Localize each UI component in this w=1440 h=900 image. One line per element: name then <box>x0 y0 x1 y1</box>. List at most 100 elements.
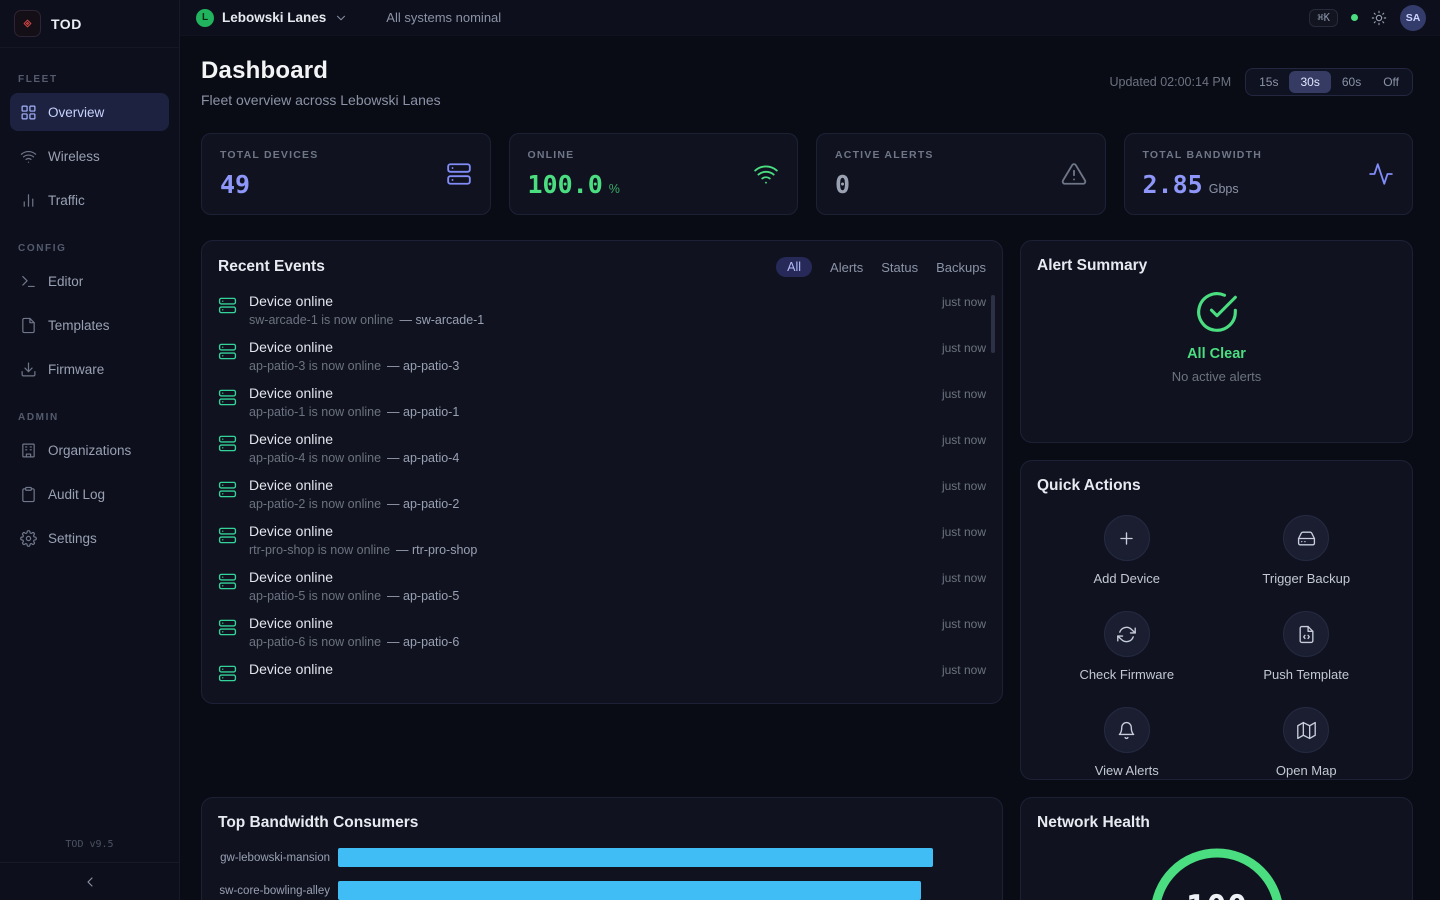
event-detail: ap-patio-2 is now online <box>249 497 381 511</box>
bandwidth-bar-label: sw-core-bowling-alley <box>218 885 330 897</box>
quick-action-trigger-backup[interactable]: Trigger Backup <box>1217 515 1397 586</box>
stat-card-total-bandwidth: TOTAL BANDWIDTH 2.85 Gbps <box>1124 133 1414 215</box>
events-scrollbar[interactable] <box>991 295 995 353</box>
sidebar-item-overview[interactable]: Overview <box>10 93 169 131</box>
network-health-card: Network Health 100 <box>1020 797 1413 900</box>
event-time: just now <box>942 479 986 493</box>
tab-status[interactable]: Status <box>881 260 918 275</box>
bandwidth-bar-row: sw-core-bowling-alley <box>218 881 986 900</box>
chevron-down-icon <box>334 11 348 25</box>
clipboard-icon <box>20 486 37 503</box>
tab-backups[interactable]: Backups <box>936 260 986 275</box>
quick-action-check-firmware[interactable]: Check Firmware <box>1037 611 1217 682</box>
sidebar-item-editor[interactable]: Editor <box>10 262 169 300</box>
sidebar-item-templates[interactable]: Templates <box>10 306 169 344</box>
sidebar-collapse-button[interactable] <box>0 862 179 900</box>
sidebar-item-organizations[interactable]: Organizations <box>10 431 169 469</box>
org-switcher[interactable]: L Lebowski Lanes <box>196 9 348 27</box>
app-root: TOD FLEET Overview Wireless Traffic CONF… <box>0 0 1440 900</box>
page-header: Dashboard Fleet overview across Lebowski… <box>201 57 1413 108</box>
quick-action-view-alerts[interactable]: View Alerts <box>1037 707 1217 778</box>
server-icon <box>218 618 237 637</box>
nav-section-config: CONFIG <box>18 243 161 254</box>
stat-card-online: ONLINE 100.0 % <box>509 133 799 215</box>
sidebar-item-wireless[interactable]: Wireless <box>10 137 169 175</box>
event-title: Device online <box>249 615 930 631</box>
refresh-option-60s[interactable]: 60s <box>1331 71 1372 93</box>
server-icon <box>446 161 472 187</box>
refresh-option-off[interactable]: Off <box>1372 71 1410 93</box>
logo-diamond-icon <box>14 10 41 37</box>
status-dot <box>1351 14 1358 21</box>
event-row[interactable]: Device online ap-patio-1 is now online— … <box>218 379 986 425</box>
tab-alerts[interactable]: Alerts <box>830 260 863 275</box>
system-status-text: All systems nominal <box>386 10 501 25</box>
event-detail: sw-arcade-1 is now online <box>249 313 394 327</box>
quick-action-push-template[interactable]: Push Template <box>1217 611 1397 682</box>
quick-action-open-map[interactable]: Open Map <box>1217 707 1397 778</box>
sidebar-item-audit-log[interactable]: Audit Log <box>10 475 169 513</box>
event-detail: ap-patio-3 is now online <box>249 359 381 373</box>
event-device-tag: — ap-patio-4 <box>387 451 459 465</box>
hard-drive-icon <box>1297 529 1316 548</box>
sidebar-item-firmware[interactable]: Firmware <box>10 350 169 388</box>
server-icon <box>218 480 237 499</box>
event-row[interactable]: Device online rtr-pro-shop is now online… <box>218 517 986 563</box>
event-device-tag: — rtr-pro-shop <box>396 543 477 557</box>
quick-action-label: Push Template <box>1263 667 1349 682</box>
user-avatar[interactable]: SA <box>1400 5 1426 31</box>
event-row[interactable]: Device online sw-arcade-1 is now online—… <box>218 287 986 333</box>
event-time: just now <box>942 387 986 401</box>
sidebar-item-label: Settings <box>48 531 97 546</box>
sidebar-item-label: Editor <box>48 274 83 289</box>
network-health-title: Network Health <box>1037 814 1150 831</box>
sidebar-item-label: Audit Log <box>48 487 105 502</box>
event-row[interactable]: Device online ap-patio-4 is now online— … <box>218 425 986 471</box>
org-name: Lebowski Lanes <box>222 10 326 25</box>
chevron-left-icon <box>82 874 98 890</box>
quick-action-add-device[interactable]: Add Device <box>1037 515 1217 586</box>
sidebar-item-label: Traffic <box>48 193 85 208</box>
quick-actions-title: Quick Actions <box>1037 477 1141 494</box>
stat-label: ACTIVE ALERTS <box>835 149 934 161</box>
stat-value: 0 <box>835 170 850 199</box>
sidebar-item-label: Organizations <box>48 443 131 458</box>
refresh-icon <box>1117 625 1136 644</box>
event-detail: ap-patio-6 is now online <box>249 635 381 649</box>
alert-summary-card: Alert Summary All Clear No active alerts <box>1020 240 1413 443</box>
theme-toggle-sun-icon[interactable] <box>1371 10 1387 26</box>
command-palette-shortcut[interactable]: ⌘K <box>1309 9 1338 27</box>
event-row[interactable]: Device online ap-patio-3 is now online— … <box>218 333 986 379</box>
recent-events-card: Recent Events All Alerts Status Backups <box>201 240 1003 704</box>
sidebar-item-settings[interactable]: Settings <box>10 519 169 557</box>
event-row[interactable]: Device online ap-patio-2 is now online— … <box>218 471 986 517</box>
event-row[interactable]: Device online just now <box>218 655 986 701</box>
wifi-icon <box>20 148 37 165</box>
bandwidth-bar-row: gw-lebowski-mansion <box>218 848 986 867</box>
stat-label: ONLINE <box>528 149 620 161</box>
refresh-option-30s[interactable]: 30s <box>1289 71 1330 93</box>
event-row[interactable]: Device online ap-patio-5 is now online— … <box>218 563 986 609</box>
topbar-right: ⌘K SA <box>1309 5 1426 31</box>
refresh-interval-control: 15s 30s 60s Off <box>1245 68 1413 96</box>
quick-action-label: View Alerts <box>1095 763 1159 778</box>
top-bandwidth-card: Top Bandwidth Consumers gw-lebowski-mans… <box>201 797 1003 900</box>
event-time: just now <box>942 525 986 539</box>
event-title: Device online <box>249 661 930 677</box>
bandwidth-chart: gw-lebowski-mansion sw-core-bowling-alle… <box>218 848 986 900</box>
stat-unit: Gbps <box>1209 182 1239 196</box>
app-name: TOD <box>51 16 82 32</box>
building-icon <box>20 442 37 459</box>
event-detail: ap-patio-4 is now online <box>249 451 381 465</box>
quick-actions-card: Quick Actions Add Device Trigger Backup <box>1020 460 1413 780</box>
event-row[interactable]: Device online ap-patio-6 is now online— … <box>218 609 986 655</box>
server-icon <box>218 526 237 545</box>
event-device-tag: — ap-patio-2 <box>387 497 459 511</box>
bell-icon <box>1117 721 1136 740</box>
sidebar-item-traffic[interactable]: Traffic <box>10 181 169 219</box>
event-detail: ap-patio-5 is now online <box>249 589 381 603</box>
refresh-option-15s[interactable]: 15s <box>1248 71 1289 93</box>
recent-events-title: Recent Events <box>218 258 325 276</box>
event-time: just now <box>942 295 986 309</box>
tab-all[interactable]: All <box>776 257 812 277</box>
